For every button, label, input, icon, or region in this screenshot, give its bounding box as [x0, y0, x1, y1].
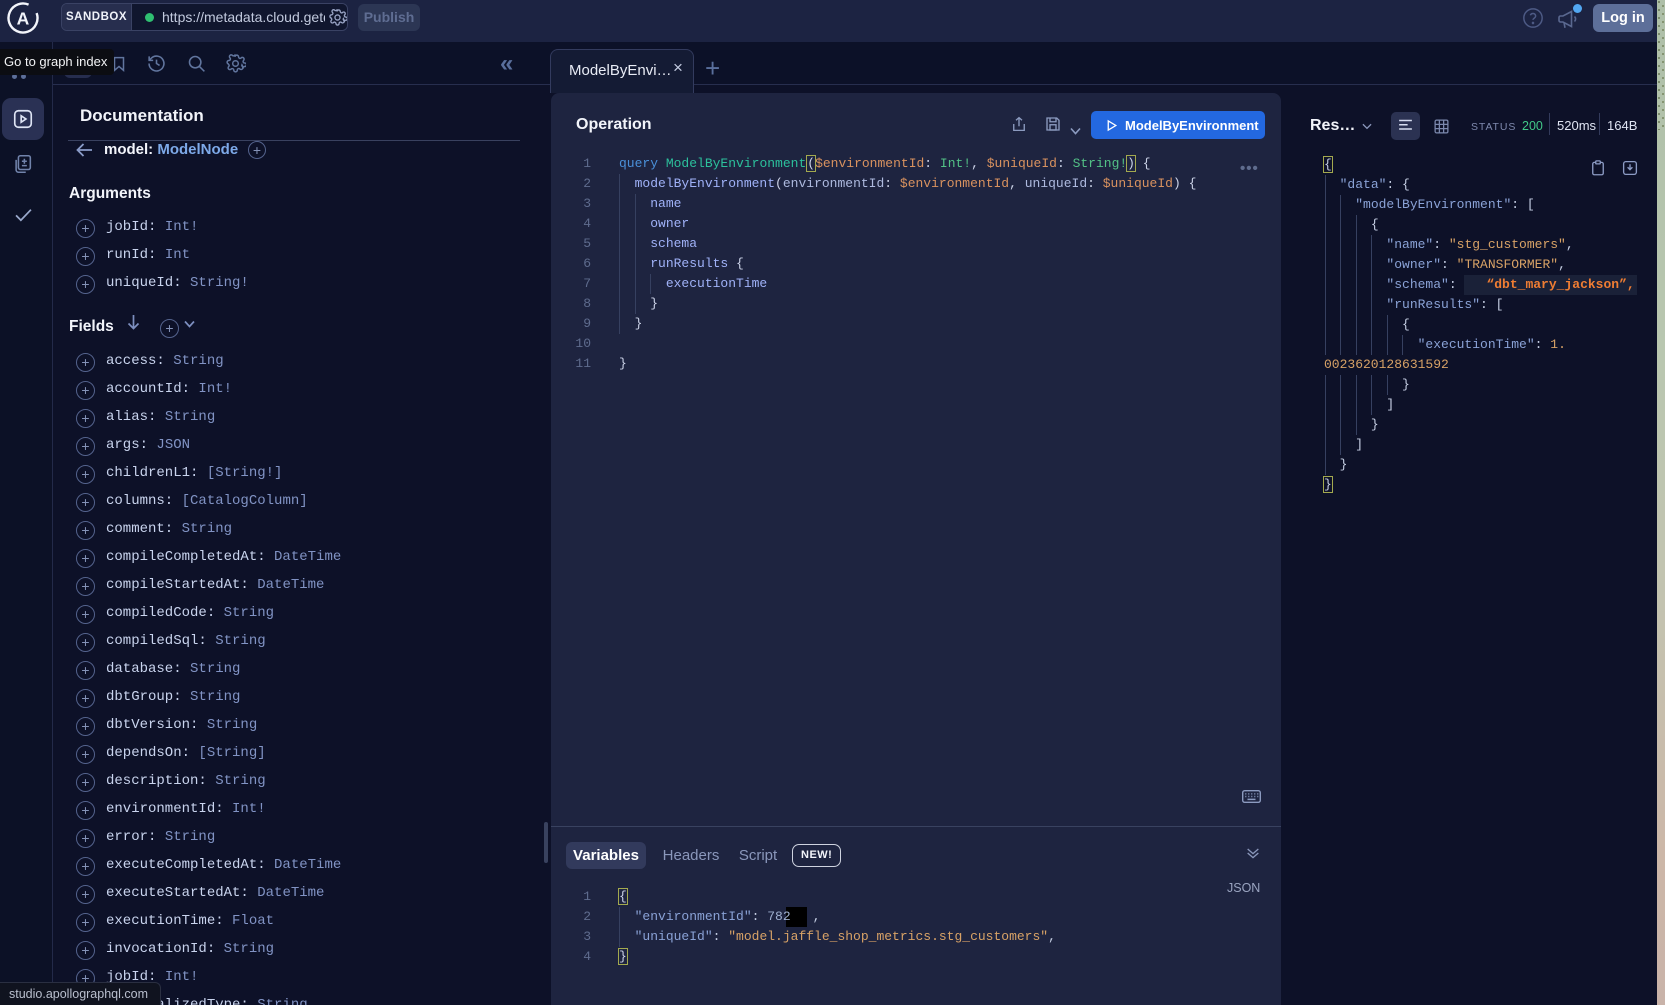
svg-text:A: A [17, 9, 30, 29]
